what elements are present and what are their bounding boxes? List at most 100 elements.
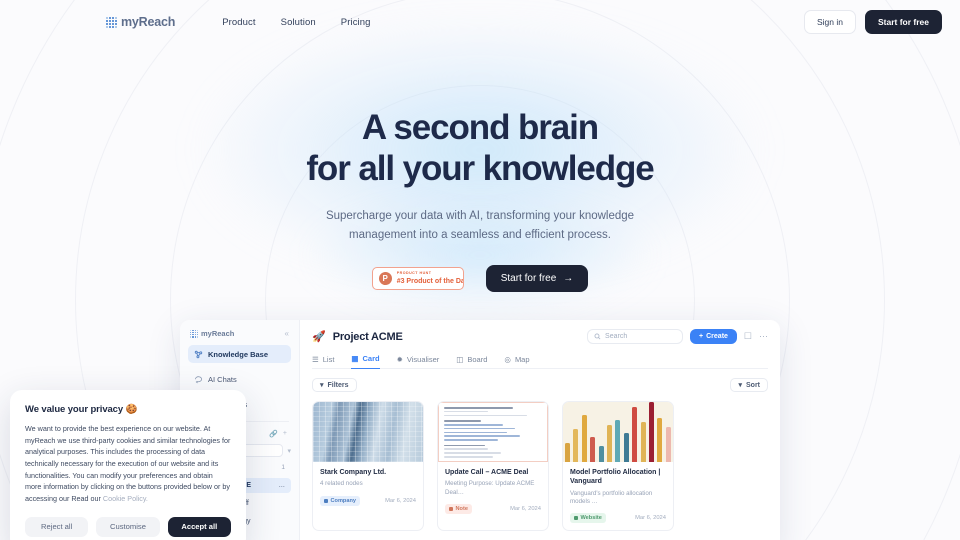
sidebar-item-ai-chats[interactable]: AI Chats (188, 370, 291, 388)
bar-chart-photo-icon (563, 402, 673, 462)
accept-all-button[interactable]: Accept all (167, 516, 231, 537)
sidebar-section-actions: 🔗 + (269, 430, 287, 438)
tag-label: Company (330, 497, 357, 504)
sidebar-brand-name: myReach (201, 329, 235, 338)
nav-link-pricing[interactable]: Pricing (341, 17, 371, 28)
link-icon[interactable]: 🔗 (269, 430, 278, 438)
sidebar-item-label: AI Chats (208, 374, 237, 384)
cookie-policy-link[interactable]: Cookie Policy. (103, 494, 148, 503)
create-button[interactable]: + Create (690, 329, 737, 344)
card-item[interactable]: Update Call – ACME Deal Meeting Purpose:… (437, 401, 549, 531)
card-thumbnail (313, 402, 423, 462)
brand-logo[interactable]: myReach (106, 15, 175, 29)
product-hunt-title: #3 Product of the Day (396, 277, 464, 285)
card-date: Mar 6, 2024 (385, 497, 416, 504)
tab-list[interactable]: ☰ List (312, 354, 334, 369)
search-placeholder: Search (605, 333, 628, 340)
tabs-divider (312, 368, 768, 369)
arrow-right-icon: → (563, 273, 574, 285)
space-more-icon[interactable]: … (279, 482, 286, 489)
customise-button[interactable]: Customise (96, 516, 160, 537)
sign-in-button[interactable]: Sign in (803, 10, 856, 34)
cookie-body-text: We want to provide the best experience o… (25, 424, 231, 503)
app-main-panel: 🚀 Project ACME Search + Create ☐ ⋯ ☰ Lis… (300, 320, 780, 540)
tag-label: Website (580, 515, 602, 521)
card-item[interactable]: Stark Company Ltd. 4 related nodes Compa… (312, 401, 424, 531)
tab-board[interactable]: ◫ Board (456, 354, 487, 369)
hero-title-line1: A second brain (361, 108, 599, 147)
visualiser-icon: ✹ (396, 354, 403, 364)
filter-funnel-icon: ▾ (320, 382, 324, 389)
card-footer: Note Mar 6, 2024 (445, 503, 541, 514)
card-date: Mar 6, 2024 (510, 505, 541, 512)
logo-grid-icon (190, 329, 198, 338)
status-badge: Note (445, 503, 472, 514)
add-space-icon[interactable]: + (283, 430, 287, 438)
hero-start-for-free-button[interactable]: Start for free → (485, 265, 589, 293)
card-body: Model Portfolio Allocation | Vanguard Va… (563, 462, 673, 530)
nav-links: Product Solution Pricing (222, 17, 370, 28)
hero-subtitle: Supercharge your data with AI, transform… (0, 207, 960, 244)
knowledge-icon (194, 350, 203, 359)
sort-button[interactable]: ▾ Sort (730, 378, 768, 392)
tab-label: Map (514, 354, 530, 364)
card-subtitle: 4 related nodes (320, 480, 363, 488)
comment-icon[interactable]: ☐ (744, 331, 752, 342)
card-subtitle: Vanguard's portfolio allocation models … (570, 489, 653, 505)
nav-link-product[interactable]: Product (222, 17, 255, 28)
hero-cta-row: PRODUCT HUNT #3 Product of the Day Start… (0, 265, 960, 293)
tab-label: List (322, 354, 335, 364)
tab-map[interactable]: ◎ Map (504, 354, 529, 369)
card-body: Update Call – ACME Deal Meeting Purpose:… (438, 462, 548, 521)
card-title: Update Call – ACME Deal (445, 469, 529, 476)
sort-icon: ▾ (738, 382, 742, 389)
product-hunt-icon (378, 272, 392, 286)
search-input[interactable]: Search (587, 329, 684, 344)
collapse-sidebar-icon[interactable]: « (285, 329, 289, 338)
sidebar-header: myReach « (188, 329, 291, 338)
tab-card[interactable]: ▦ Card (351, 354, 380, 369)
document-preview-icon (438, 402, 548, 462)
sidebar-item-label: Knowledge Base (208, 349, 269, 359)
logo-grid-icon (106, 16, 117, 28)
card-thumbnail (438, 402, 548, 462)
card-footer: Company Mar 6, 2024 (320, 495, 416, 506)
card-title: Stark Company Ltd. (320, 469, 387, 476)
project-title: Project ACME (332, 330, 403, 343)
tab-visualiser[interactable]: ✹ Visualiser (397, 354, 440, 369)
product-hunt-kicker: PRODUCT HUNT (396, 271, 432, 276)
cookie-consent-dialog: We value your privacy 🍪 We want to provi… (10, 390, 246, 540)
chat-icon (194, 375, 203, 384)
card-thumbnail (563, 402, 673, 462)
more-options-icon[interactable]: ⋯ (759, 331, 768, 342)
product-hunt-badge[interactable]: PRODUCT HUNT #3 Product of the Day (371, 267, 464, 291)
hero-title-line2: for all your knowledge (306, 148, 654, 188)
card-item[interactable]: Model Portfolio Allocation | Vanguard Va… (562, 401, 674, 531)
cookie-buttons: Reject all Customise Accept all (25, 516, 231, 537)
sidebar-brand[interactable]: myReach (190, 329, 234, 338)
rocket-icon: 🚀 (312, 331, 326, 343)
filters-button[interactable]: ▾ Filters (312, 378, 357, 392)
status-badge: Company (320, 495, 360, 506)
search-icon (594, 333, 601, 340)
reject-all-button[interactable]: Reject all (25, 516, 89, 537)
map-icon: ◎ (504, 354, 511, 364)
top-navbar: myReach Product Solution Pricing Sign in… (0, 0, 960, 44)
start-for-free-button[interactable]: Start for free (864, 10, 942, 34)
project-header-actions: Search + Create ☐ ⋯ (587, 329, 768, 344)
space-count: 1 (281, 464, 285, 471)
card-grid: Stark Company Ltd. 4 related nodes Compa… (312, 401, 768, 531)
tab-label: Card (362, 354, 380, 363)
filter-icon[interactable]: ▾ (287, 447, 291, 455)
app-preview: myReach « Knowledge Base AI Chats 🔗 + ▾ … (180, 320, 780, 540)
nav-link-solution[interactable]: Solution (281, 17, 316, 28)
filters-label: Filters (327, 381, 349, 389)
tab-label: Board (467, 354, 488, 364)
brand-name: myReach (121, 15, 176, 29)
status-badge: Website (570, 513, 606, 523)
hero-subtitle-line2: management into a seamless and efficient… (349, 228, 611, 241)
sort-label: Sort (746, 381, 760, 389)
product-hunt-text: PRODUCT HUNT #3 Product of the Day (396, 271, 464, 285)
landing-page: myReach Product Solution Pricing Sign in… (0, 0, 960, 540)
sidebar-item-knowledge-base[interactable]: Knowledge Base (188, 345, 291, 363)
